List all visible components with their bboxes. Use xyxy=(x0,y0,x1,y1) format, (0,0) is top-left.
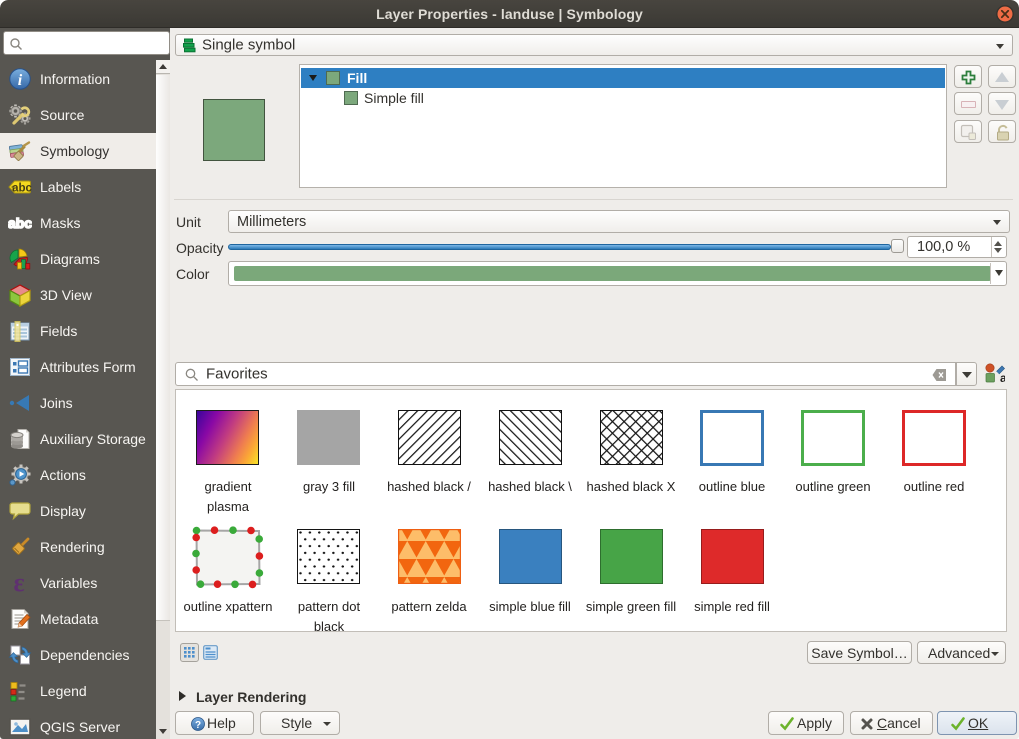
svg-text:?: ? xyxy=(195,720,201,731)
svg-text:a: a xyxy=(1000,371,1005,383)
svg-text:i: i xyxy=(18,72,23,89)
svg-text:abc: abc xyxy=(12,183,32,195)
svg-text:abc: abc xyxy=(8,215,32,231)
svg-text:ε: ε xyxy=(13,571,24,595)
